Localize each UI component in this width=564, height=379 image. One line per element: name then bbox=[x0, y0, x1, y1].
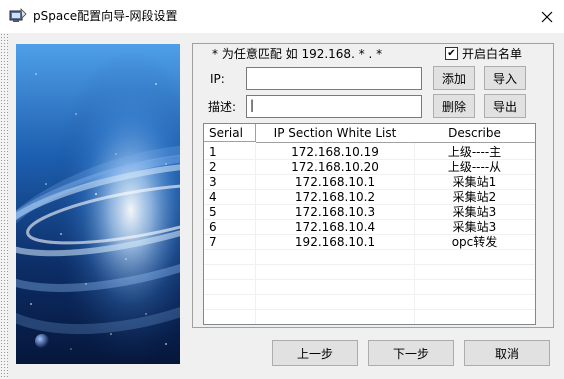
wildcard-hint: * 为任意匹配 如 192.168. * . * bbox=[212, 47, 383, 61]
describe-cell: 采集站1 bbox=[452, 175, 497, 189]
grid-line bbox=[204, 204, 535, 205]
background-window-edge bbox=[0, 33, 8, 379]
table-row[interactable]: 5 172.168.10.3 采集站3 bbox=[204, 205, 535, 220]
grid-line bbox=[204, 279, 535, 280]
ip-cell: 172.168.10.20 bbox=[291, 160, 379, 174]
describe-cell: 采集站3 bbox=[452, 205, 497, 219]
whitelist-table[interactable]: Serial IP Section White List Describe 11… bbox=[203, 123, 536, 325]
previous-step-button[interactable]: 上一步 bbox=[272, 340, 358, 366]
table-header: Serial IP Section White List Describe bbox=[204, 124, 535, 143]
ip-cell: 172.168.10.19 bbox=[291, 145, 379, 159]
app-icon bbox=[9, 8, 27, 22]
grid-line bbox=[204, 249, 535, 250]
serial-cell: 1 bbox=[209, 145, 217, 159]
serial-cell: 2 bbox=[209, 160, 217, 174]
close-button[interactable] bbox=[530, 0, 564, 33]
import-button[interactable]: 导入 bbox=[484, 66, 526, 90]
whitelist-label: 开启白名单 bbox=[462, 47, 523, 61]
grid-line bbox=[204, 189, 535, 190]
describe-cell: opc转发 bbox=[451, 235, 498, 249]
grid-line bbox=[204, 174, 535, 175]
next-step-button[interactable]: 下一步 bbox=[368, 340, 454, 366]
cancel-button[interactable]: 取消 bbox=[464, 340, 550, 366]
description-label: 描述: bbox=[208, 100, 237, 114]
galaxy-banner-image bbox=[16, 44, 180, 364]
grid-line bbox=[204, 219, 535, 220]
ip-cell: 172.168.10.4 bbox=[294, 220, 376, 234]
serial-cell: 6 bbox=[209, 220, 217, 234]
grid-line bbox=[204, 324, 535, 325]
grid-line bbox=[204, 294, 535, 295]
serial-cell: 7 bbox=[209, 235, 217, 249]
table-row[interactable]: 6 172.168.10.4 采集站3 bbox=[204, 220, 535, 235]
title-bar: pSpace配置向导-网段设置 bbox=[0, 0, 564, 33]
grid-line bbox=[204, 264, 535, 265]
table-row[interactable]: 1 172.168.10.19 上级----主 bbox=[204, 145, 535, 160]
delete-button[interactable]: 删除 bbox=[433, 94, 475, 118]
column-header-serial[interactable]: Serial bbox=[204, 124, 256, 142]
enable-whitelist-checkbox[interactable]: ✔ 开启白名单 bbox=[445, 45, 522, 62]
ip-cell: 172.168.10.2 bbox=[294, 190, 376, 204]
describe-cell: 上级----主 bbox=[447, 145, 502, 159]
export-button[interactable]: 导出 bbox=[484, 94, 526, 118]
grid-line bbox=[204, 159, 535, 160]
table-row[interactable]: 7 192.168.10.1 opc转发 bbox=[204, 235, 535, 250]
describe-cell: 上级----从 bbox=[447, 160, 502, 174]
checkmark-icon: ✔ bbox=[447, 47, 456, 59]
ip-cell: 172.168.10.3 bbox=[294, 205, 376, 219]
table-row[interactable]: 2 172.168.10.20 上级----从 bbox=[204, 160, 535, 175]
grid-line bbox=[204, 234, 535, 235]
serial-cell: 5 bbox=[209, 205, 217, 219]
ip-cell: 172.168.10.1 bbox=[294, 175, 376, 189]
serial-cell: 3 bbox=[209, 175, 217, 189]
close-icon bbox=[541, 11, 553, 22]
describe-cell: 采集站3 bbox=[452, 220, 497, 234]
grid-line bbox=[204, 309, 535, 310]
serial-cell: 4 bbox=[209, 190, 217, 204]
add-button[interactable]: 添加 bbox=[433, 66, 475, 90]
ip-label: IP: bbox=[210, 72, 225, 86]
ip-input[interactable] bbox=[246, 67, 422, 90]
ip-cell: 192.168.10.1 bbox=[294, 235, 376, 249]
column-header-describe[interactable]: Describe bbox=[414, 124, 535, 143]
checkbox-box[interactable]: ✔ bbox=[445, 47, 458, 60]
window-title: pSpace配置向导-网段设置 bbox=[33, 9, 178, 23]
describe-cell: 采集站2 bbox=[452, 190, 497, 204]
column-header-ip[interactable]: IP Section White List bbox=[256, 124, 415, 143]
table-row[interactable]: 3 172.168.10.1 采集站1 bbox=[204, 175, 535, 190]
table-row[interactable]: 4 172.168.10.2 采集站2 bbox=[204, 190, 535, 205]
description-input[interactable]: | bbox=[246, 95, 422, 118]
